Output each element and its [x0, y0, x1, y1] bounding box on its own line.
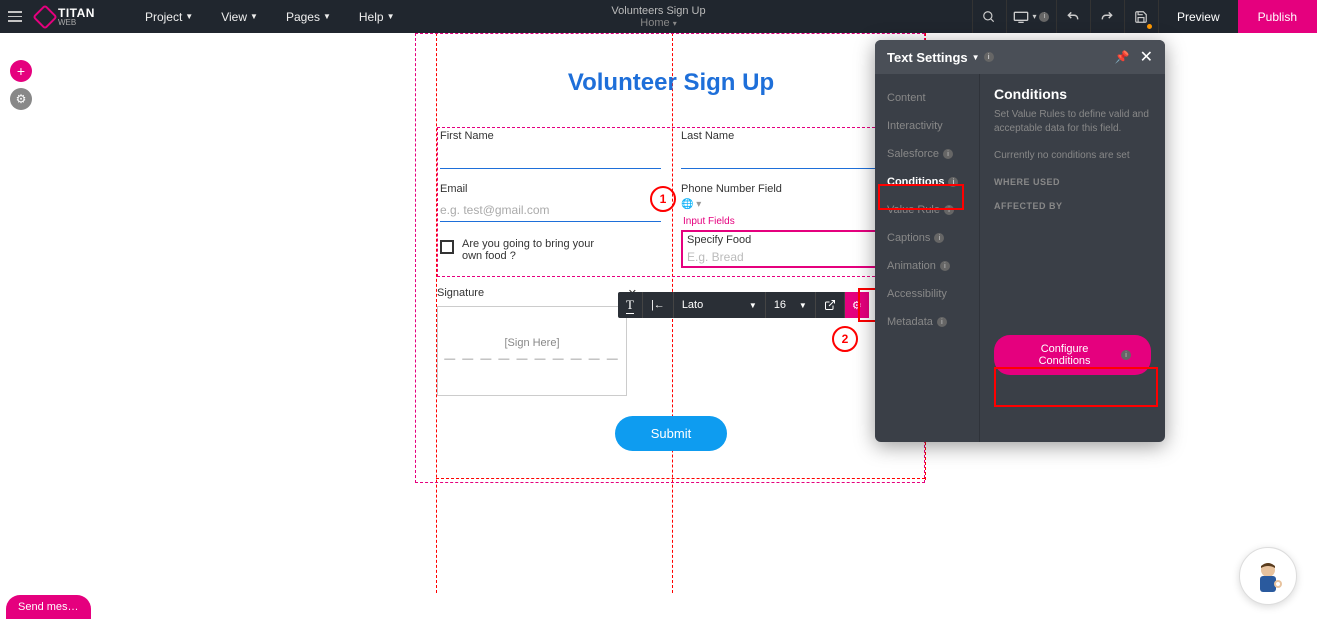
signature-box[interactable]: [Sign Here] — — — — — — — — — —: [437, 306, 627, 396]
undo-icon[interactable]: [1056, 0, 1090, 33]
logo[interactable]: TITAN WEB: [36, 6, 95, 27]
annotation-box: [994, 367, 1158, 407]
page-title-center: Volunteers Sign Up Home ▾: [611, 5, 705, 29]
specify-food-placeholder: E.g. Bread: [687, 250, 896, 264]
info-icon: i: [1121, 350, 1131, 360]
close-icon[interactable]: ✕: [1140, 47, 1153, 67]
menu-view[interactable]: View▼: [221, 10, 258, 24]
search-icon[interactable]: [972, 0, 1006, 33]
hamburger-menu-icon[interactable]: [0, 0, 30, 33]
preview-button[interactable]: Preview: [1158, 0, 1238, 33]
nav-interactivity[interactable]: Interactivity: [875, 112, 979, 140]
text-toolbar: T |← Lato▼ 16▼ ⚙: [618, 292, 869, 318]
email-label: Email: [440, 183, 661, 195]
settings-button[interactable]: ⚙: [10, 88, 32, 110]
sign-here-text: [Sign Here]: [504, 337, 559, 349]
nav-captions[interactable]: Captionsi: [875, 224, 979, 252]
callout-2: 2: [832, 326, 858, 352]
align-icon[interactable]: |←: [643, 292, 674, 318]
chevron-down-icon: ▼: [185, 12, 193, 21]
nav-salesforce[interactable]: Salesforcei: [875, 140, 979, 168]
email-field[interactable]: [440, 199, 661, 222]
chevron-down-icon: ▼: [387, 12, 395, 21]
menu-help[interactable]: Help▼: [359, 10, 395, 24]
content-title: Conditions: [994, 86, 1151, 102]
affected-by-section: AFFECTED BY: [994, 201, 1151, 211]
nav-animation[interactable]: Animationi: [875, 252, 979, 280]
annotation-box: [878, 184, 964, 210]
where-used-section: WHERE USED: [994, 177, 1151, 187]
submit-button[interactable]: Submit: [615, 416, 727, 451]
signature-line: — — — — — — — — — —: [444, 353, 620, 365]
first-name-label: First Name: [440, 130, 661, 142]
topbar-right: ▾i Preview Publish: [972, 0, 1317, 33]
chevron-down-icon: ▼: [250, 12, 258, 21]
nav-accessibility[interactable]: Accessibility: [875, 280, 979, 308]
panel-title-text: Text Settings: [887, 50, 968, 65]
main-menu: Project▼ View▼ Pages▼ Help▼: [145, 10, 395, 24]
phone-label: Phone Number Field: [681, 183, 902, 195]
nav-metadata[interactable]: Metadatai: [875, 308, 979, 336]
form-title: Volunteer Sign Up: [437, 69, 905, 97]
chevron-down-icon[interactable]: ▼: [972, 53, 980, 62]
nav-content[interactable]: Content: [875, 84, 979, 112]
send-message-button[interactable]: Send mes…: [6, 595, 91, 619]
signature-label: Signature: [437, 287, 484, 300]
first-name-field[interactable]: [440, 146, 661, 169]
design-canvas[interactable]: Volunteer Sign Up First Name Last Name E…: [415, 33, 925, 483]
chevron-down-icon: ▼: [323, 12, 331, 21]
last-name-label: Last Name: [681, 130, 902, 142]
menu-pages[interactable]: Pages▼: [286, 10, 331, 24]
pin-icon[interactable]: 📌: [1115, 50, 1130, 64]
device-preview-icon[interactable]: ▾i: [1006, 0, 1056, 33]
topbar: TITAN WEB Project▼ View▼ Pages▼ Help▼ Vo…: [0, 0, 1317, 33]
logo-icon: [32, 4, 57, 29]
specify-food-field[interactable]: Specify Food E.g. Bread: [681, 230, 902, 268]
save-icon[interactable]: [1124, 0, 1158, 33]
publish-button[interactable]: Publish: [1238, 0, 1317, 33]
checkbox-food-label: Are you going to bring your own food ?: [462, 238, 612, 262]
globe-icon[interactable]: 🌐 ▾: [681, 199, 902, 210]
last-name-field[interactable]: [681, 146, 902, 169]
text-style-icon[interactable]: T: [618, 292, 643, 318]
info-icon[interactable]: i: [984, 52, 994, 62]
checkbox-food[interactable]: [440, 240, 454, 254]
menu-project[interactable]: Project▼: [145, 10, 193, 24]
specify-food-label: Specify Food: [687, 234, 896, 246]
panel-nav: Content Interactivity Salesforcei Condit…: [875, 74, 980, 442]
content-description: Set Value Rules to define valid and acce…: [994, 108, 1151, 136]
redo-icon[interactable]: [1090, 0, 1124, 33]
open-external-icon[interactable]: [816, 292, 845, 318]
help-mascot[interactable]: [1239, 547, 1297, 605]
input-fields-tag: Input Fields: [683, 216, 735, 227]
panel-header: Text Settings ▼ i 📌 ✕: [875, 40, 1165, 74]
floating-actions: + ⚙: [10, 60, 32, 110]
add-button[interactable]: +: [10, 60, 32, 82]
callout-1: 1: [650, 186, 676, 212]
font-select[interactable]: Lato▼: [674, 292, 766, 318]
font-size-select[interactable]: 16▼: [766, 292, 816, 318]
conditions-status: Currently no conditions are set: [994, 150, 1151, 161]
